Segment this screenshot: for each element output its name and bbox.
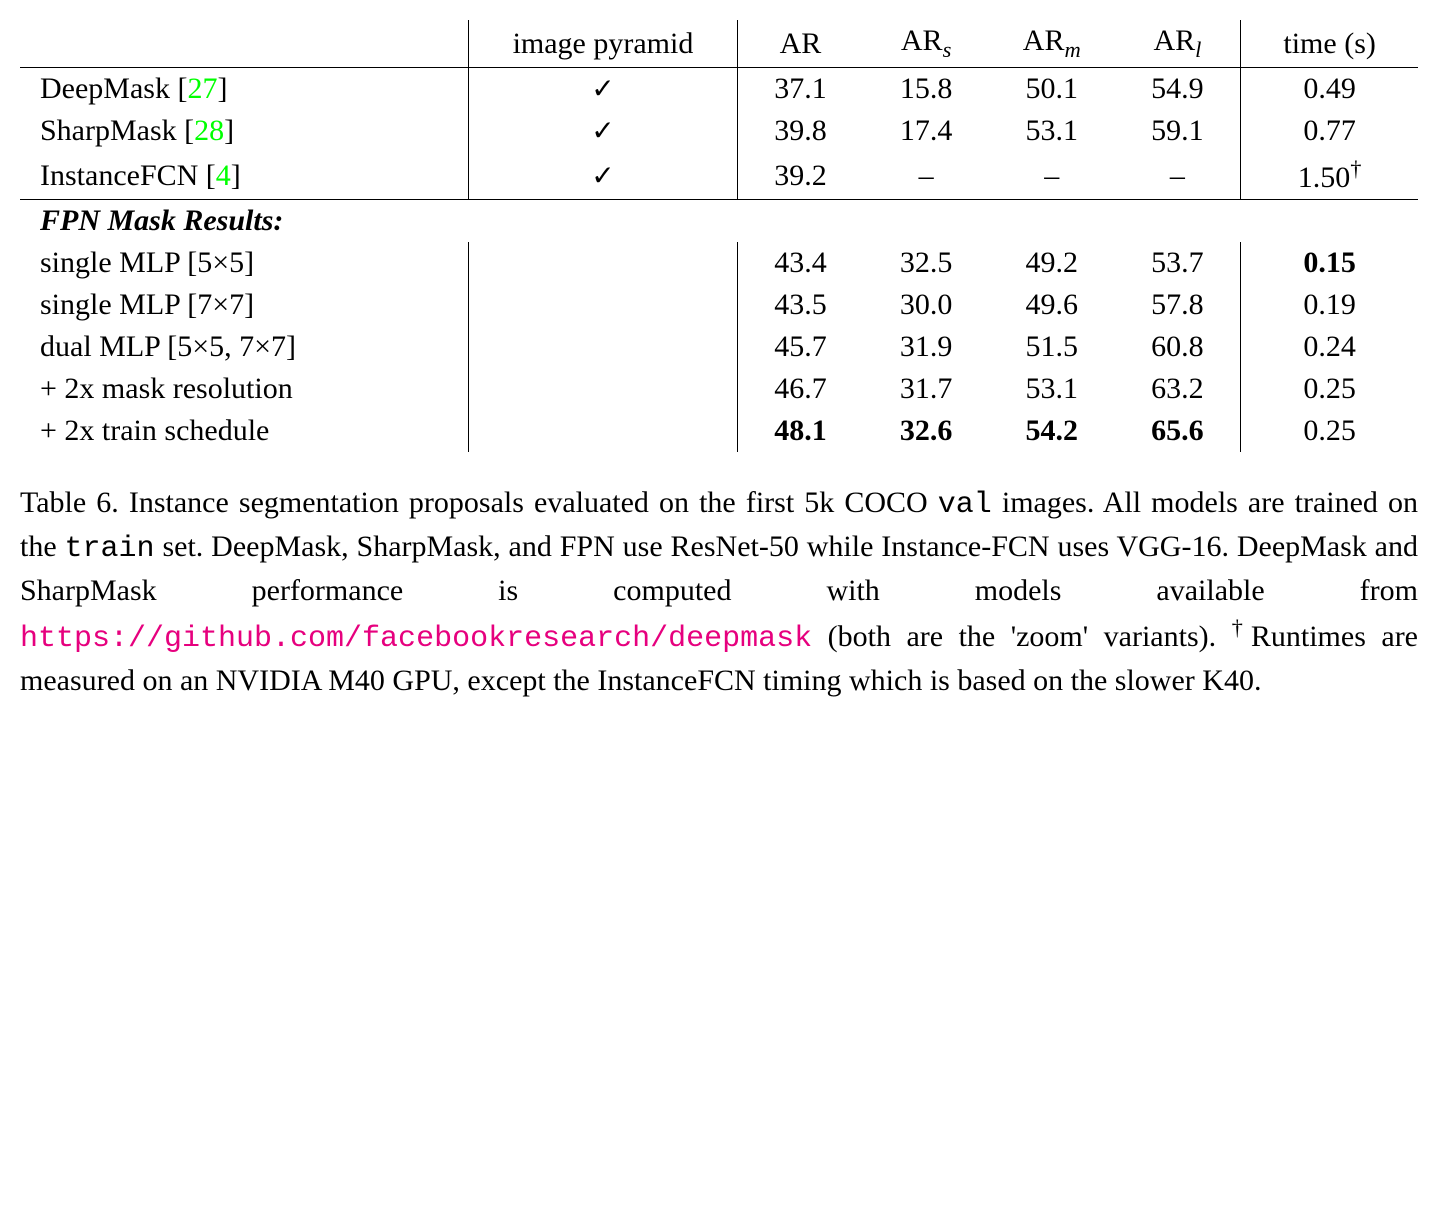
ars-cell: – [863, 152, 989, 200]
code-text: train [65, 532, 155, 566]
ar-cell: 37.1 [737, 68, 863, 111]
arl-cell: 65.6 [1115, 410, 1241, 452]
ar-cell: 39.8 [737, 110, 863, 152]
ar-cell: 39.2 [737, 152, 863, 200]
table-row: dual MLP [5×5, 7×7] 45.7 31.9 51.5 60.8 … [20, 326, 1418, 368]
ar-cell: 48.1 [737, 410, 863, 452]
github-link[interactable]: https://github.com/facebookresearch/deep… [20, 622, 812, 656]
ar-cell: 43.5 [737, 284, 863, 326]
pyramid-cell: ✓ [469, 68, 737, 111]
time-cell: 1.50† [1241, 152, 1418, 200]
arm-cell: 49.6 [989, 284, 1115, 326]
ars-cell: 30.0 [863, 284, 989, 326]
arl-cell: – [1115, 152, 1241, 200]
time-cell: 0.19 [1241, 284, 1418, 326]
results-table: image pyramid AR ARs ARm ARl time (s) De… [20, 20, 1418, 452]
table-row: SharpMask [28] ✓ 39.8 17.4 53.1 59.1 0.7… [20, 110, 1418, 152]
pyramid-cell [469, 410, 737, 452]
method-cell: single MLP [5×5] [20, 242, 469, 284]
table-row: InstanceFCN [4] ✓ 39.2 – – – 1.50† [20, 152, 1418, 200]
time-cell: 0.15 [1241, 242, 1418, 284]
ar-cell: 45.7 [737, 326, 863, 368]
method-cell: dual MLP [5×5, 7×7] [20, 326, 469, 368]
col-arm: ARm [989, 20, 1115, 68]
pyramid-cell: ✓ [469, 110, 737, 152]
col-ar: AR [737, 20, 863, 68]
method-cell: DeepMask [27] [20, 68, 469, 111]
time-cell: 0.25 [1241, 410, 1418, 452]
table-caption: Table 6. Instance segmentation proposals… [20, 482, 1418, 702]
ars-cell: 32.6 [863, 410, 989, 452]
arm-cell: 51.5 [989, 326, 1115, 368]
ars-cell: 32.5 [863, 242, 989, 284]
method-cell: + 2x mask resolution [20, 368, 469, 410]
arm-cell: 53.1 [989, 110, 1115, 152]
pyramid-cell [469, 242, 737, 284]
arl-cell: 60.8 [1115, 326, 1241, 368]
col-arl: ARl [1115, 20, 1241, 68]
ars-cell: 31.7 [863, 368, 989, 410]
col-ars: ARs [863, 20, 989, 68]
arm-cell: 49.2 [989, 242, 1115, 284]
dagger-icon: † [1350, 156, 1361, 181]
pyramid-cell: ✓ [469, 152, 737, 200]
method-cell: + 2x train schedule [20, 410, 469, 452]
ar-cell: 43.4 [737, 242, 863, 284]
dagger-icon: † [1232, 615, 1251, 640]
arm-cell: – [989, 152, 1115, 200]
arm-cell: 53.1 [989, 368, 1115, 410]
arl-cell: 57.8 [1115, 284, 1241, 326]
table-header-row: image pyramid AR ARs ARm ARl time (s) [20, 20, 1418, 68]
arl-cell: 59.1 [1115, 110, 1241, 152]
citation: 28 [194, 114, 224, 147]
method-cell: SharpMask [28] [20, 110, 469, 152]
ars-cell: 31.9 [863, 326, 989, 368]
section-header: FPN Mask Results: [20, 200, 1418, 243]
time-cell: 0.77 [1241, 110, 1418, 152]
citation: 4 [216, 159, 231, 192]
table-row: DeepMask [27] ✓ 37.1 15.8 50.1 54.9 0.49 [20, 68, 1418, 111]
arl-cell: 53.7 [1115, 242, 1241, 284]
table-row: single MLP [7×7] 43.5 30.0 49.6 57.8 0.1… [20, 284, 1418, 326]
arl-cell: 54.9 [1115, 68, 1241, 111]
pyramid-cell [469, 368, 737, 410]
table-row: single MLP [5×5] 43.4 32.5 49.2 53.7 0.1… [20, 242, 1418, 284]
pyramid-cell [469, 326, 737, 368]
time-cell: 0.25 [1241, 368, 1418, 410]
ar-cell: 46.7 [737, 368, 863, 410]
code-text: val [938, 488, 992, 522]
col-time: time (s) [1241, 20, 1418, 68]
ars-cell: 17.4 [863, 110, 989, 152]
method-cell: single MLP [7×7] [20, 284, 469, 326]
time-cell: 0.49 [1241, 68, 1418, 111]
arm-cell: 54.2 [989, 410, 1115, 452]
time-cell: 0.24 [1241, 326, 1418, 368]
col-pyramid: image pyramid [469, 20, 737, 68]
ars-cell: 15.8 [863, 68, 989, 111]
arl-cell: 63.2 [1115, 368, 1241, 410]
table-row: + 2x mask resolution 46.7 31.7 53.1 63.2… [20, 368, 1418, 410]
section-header-row: FPN Mask Results: [20, 200, 1418, 243]
pyramid-cell [469, 284, 737, 326]
arm-cell: 50.1 [989, 68, 1115, 111]
citation: 27 [187, 72, 217, 105]
method-cell: InstanceFCN [4] [20, 152, 469, 200]
table-row: + 2x train schedule 48.1 32.6 54.2 65.6 … [20, 410, 1418, 452]
